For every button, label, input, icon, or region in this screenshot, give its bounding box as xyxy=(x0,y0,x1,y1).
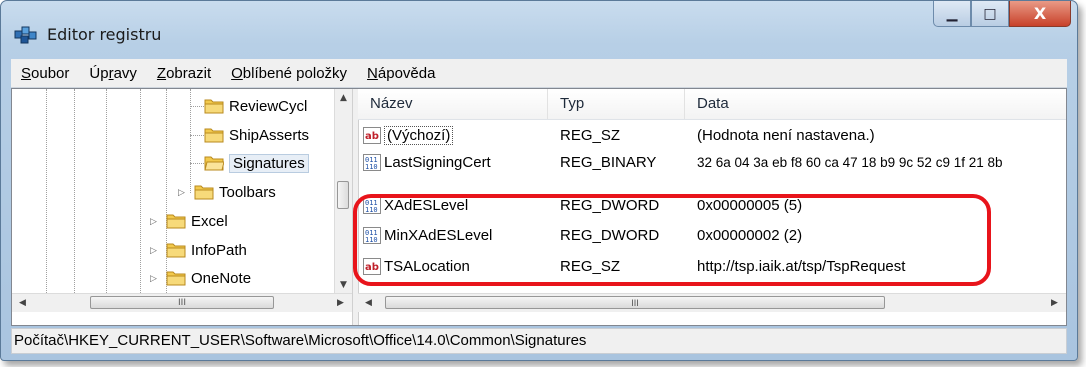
tree-horizontal-scrollbar[interactable]: ◀ III ▶ xyxy=(12,293,352,312)
menu-soubor[interactable]: Soubor xyxy=(11,65,79,82)
column-header-name[interactable]: Název xyxy=(358,89,548,119)
column-header-data[interactable]: Data xyxy=(685,89,1066,119)
tree-guide-line xyxy=(74,89,75,293)
tree-expander-icon[interactable]: ▷ xyxy=(150,216,160,227)
tree-node-label: Signatures xyxy=(229,153,309,173)
value-row-xadeslevel[interactable]: 011 110 XAdESLevel REG_DWORD 0x00000005 (… xyxy=(358,193,1066,219)
scroll-left-arrow-icon[interactable]: ◀ xyxy=(14,294,31,311)
window-title: Editor registru xyxy=(47,25,162,44)
value-name: XAdESLevel xyxy=(384,197,469,214)
value-data: http://tsp.iaik.at/tsp/TspRequest xyxy=(697,258,906,275)
value-type: REG_BINARY xyxy=(560,154,657,171)
tree-node-excel[interactable]: ▷ Excel xyxy=(150,208,228,234)
tree-guide-line xyxy=(140,89,141,293)
value-name: MinXAdESLevel xyxy=(384,227,493,244)
value-type: REG_SZ xyxy=(560,258,621,275)
value-row-lastsigningcert[interactable]: 011 110 LastSigningCert REG_BINARY 32 6a … xyxy=(358,150,1066,176)
tree-node-label: Excel xyxy=(191,212,228,230)
folder-icon xyxy=(166,214,186,229)
scroll-right-arrow-icon[interactable]: ▶ xyxy=(1046,294,1063,311)
tree-expander-icon[interactable]: ▷ xyxy=(150,273,160,284)
folder-icon xyxy=(194,185,214,200)
value-row-tsalocation[interactable]: ab TSALocation REG_SZ http://tsp.iaik.at… xyxy=(358,254,1066,280)
open-folder-icon xyxy=(204,156,224,171)
value-data: 0x00000005 (5) xyxy=(697,197,803,214)
key-tree[interactable]: ReviewCycl ShipAsserts Signatures ▷ Tool… xyxy=(12,89,334,293)
scroll-grip-icon: III xyxy=(178,297,186,308)
value-type: REG_DWORD xyxy=(560,227,660,244)
scroll-down-arrow-icon[interactable]: ▼ xyxy=(335,276,352,293)
registry-editor-window: Editor registru ▁ □ X Soubor Úpravy Zobr… xyxy=(0,0,1078,361)
menu-oblibene-polozky[interactable]: Oblíbené položky xyxy=(221,65,357,82)
values-list-pane[interactable]: Název Typ Data ab (Výchozí) REG_SZ (Hodn… xyxy=(358,89,1066,325)
string-value-icon: ab xyxy=(363,127,381,144)
svg-text:ab: ab xyxy=(365,131,379,142)
binary-value-icon: 011110 xyxy=(363,227,381,244)
list-hscroll-thumb[interactable]: III xyxy=(385,296,885,309)
registry-app-icon xyxy=(14,26,37,44)
minimize-button[interactable]: ▁ xyxy=(933,1,971,27)
value-type: REG_SZ xyxy=(560,127,621,144)
svg-text:ab: ab xyxy=(365,262,379,273)
binary-value-icon: 011110 xyxy=(363,197,381,214)
column-header-type[interactable]: Typ xyxy=(548,89,685,119)
value-name: TSALocation xyxy=(384,258,470,275)
tree-node-label: Toolbars xyxy=(219,183,276,201)
value-name: (Výchozí) xyxy=(384,126,454,145)
list-header: Název Typ Data xyxy=(358,89,1066,120)
tree-vertical-scrollbar[interactable]: ▲ ▼ xyxy=(334,89,352,293)
folder-icon xyxy=(166,271,186,286)
status-bar-path: Počítač\HKEY_CURRENT_USER\Software\Micro… xyxy=(11,328,1067,354)
scroll-right-arrow-icon[interactable]: ▶ xyxy=(332,294,349,311)
menu-napoveda[interactable]: Nápověda xyxy=(357,65,445,82)
tree-node-infopath[interactable]: ▷ InfoPath xyxy=(150,237,247,263)
tree-node-label: ShipAsserts xyxy=(229,126,310,144)
tree-node-onenote[interactable]: ▷ OneNote xyxy=(150,265,251,291)
svg-text:110: 110 xyxy=(365,163,378,171)
tree-scroll-thumb[interactable] xyxy=(337,181,349,209)
value-name: LastSigningCert xyxy=(384,154,491,171)
value-data: 32 6a 04 3a eb f8 60 ca 47 18 b9 9c 52 c… xyxy=(697,155,1003,170)
key-tree-pane[interactable]: ReviewCycl ShipAsserts Signatures ▷ Tool… xyxy=(12,89,352,325)
title-bar[interactable]: Editor registru ▁ □ X xyxy=(1,1,1077,55)
value-row-minxadeslevel[interactable]: 011 110 MinXAdESLevel REG_DWORD 0x0000000… xyxy=(358,223,1066,249)
scroll-up-arrow-icon[interactable]: ▲ xyxy=(335,89,352,106)
tree-guide-line xyxy=(106,89,107,293)
value-type: REG_DWORD xyxy=(560,197,660,214)
tree-node-signatures[interactable]: Signatures xyxy=(188,150,309,176)
scroll-grip-icon: III xyxy=(631,297,639,308)
menu-upravy[interactable]: Úpravy xyxy=(79,65,147,82)
folder-icon xyxy=(166,243,186,258)
folder-icon xyxy=(204,128,224,143)
menu-bar: Soubor Úpravy Zobrazit Oblíbené položky … xyxy=(11,59,1067,88)
string-value-icon: ab xyxy=(363,258,381,275)
value-row-default[interactable]: ab (Výchozí) REG_SZ (Hodnota není nastav… xyxy=(358,123,1066,149)
value-data: 0x00000002 (2) xyxy=(697,227,803,244)
tree-node-reviewcycle[interactable]: ReviewCycl xyxy=(188,93,307,119)
tree-hscroll-thumb[interactable]: III xyxy=(90,296,274,309)
tree-node-toolbars[interactable]: ▷ Toolbars xyxy=(178,179,276,205)
svg-text:110: 110 xyxy=(365,206,378,214)
close-button[interactable]: X xyxy=(1009,1,1071,27)
maximize-button[interactable]: □ xyxy=(971,1,1009,27)
client-area: ReviewCycl ShipAsserts Signatures ▷ Tool… xyxy=(11,88,1067,326)
tree-node-shipasserts[interactable]: ShipAsserts xyxy=(188,122,309,148)
tree-node-label: ReviewCycl xyxy=(229,97,308,115)
folder-icon xyxy=(204,99,224,114)
tree-expander-icon[interactable]: ▷ xyxy=(178,187,188,198)
tree-node-label: OneNote xyxy=(191,269,252,287)
tree-guide-line xyxy=(46,89,47,293)
binary-value-icon: 011110 xyxy=(363,154,381,171)
list-horizontal-scrollbar[interactable]: ◀ III ▶ xyxy=(358,293,1066,312)
window-controls: ▁ □ X xyxy=(933,1,1071,27)
scroll-left-arrow-icon[interactable]: ◀ xyxy=(360,294,377,311)
menu-zobrazit[interactable]: Zobrazit xyxy=(147,65,221,82)
svg-text:110: 110 xyxy=(365,236,378,244)
tree-expander-icon[interactable]: ▷ xyxy=(150,245,160,256)
tree-node-label: InfoPath xyxy=(191,241,247,259)
value-data: (Hodnota není nastavena.) xyxy=(697,127,875,144)
